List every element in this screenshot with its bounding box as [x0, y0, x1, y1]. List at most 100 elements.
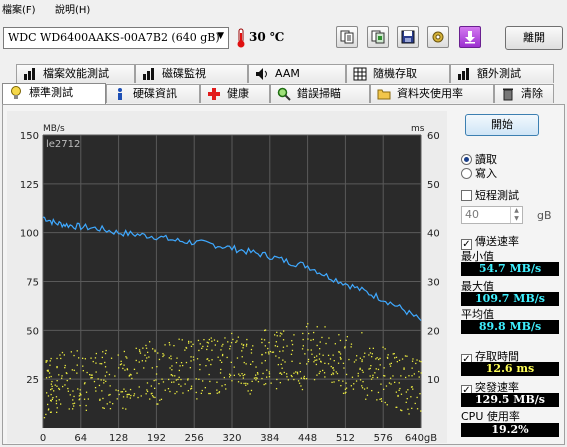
access-time-point — [398, 359, 401, 361]
access-time-point — [123, 388, 125, 390]
access-time-point — [123, 350, 125, 353]
copy-text-button[interactable] — [336, 26, 358, 48]
access-time-point — [162, 355, 164, 358]
access-time-point — [247, 383, 249, 385]
tab-aam[interactable]: AAM — [248, 64, 346, 83]
access-time-point — [45, 413, 47, 416]
tab-error-scan[interactable]: 錯誤掃瞄 — [270, 84, 370, 103]
access-time-point — [231, 332, 233, 335]
x-tick-label: 64 — [74, 433, 87, 443]
write-radio-label: 寫入 — [475, 167, 497, 180]
tab-disk-info[interactable]: 硬碟資訊 — [106, 84, 200, 103]
access-time-point — [154, 396, 156, 399]
access-time-point — [164, 389, 166, 391]
copy-screenshot-button[interactable] — [367, 26, 389, 48]
access-time-point — [340, 385, 342, 387]
download-button[interactable] — [459, 26, 481, 48]
access-time-point — [411, 375, 413, 377]
access-time-point — [208, 338, 210, 341]
access-time-point — [411, 386, 413, 388]
access-time-point — [302, 345, 304, 347]
access-time-point — [203, 339, 205, 341]
tab-erase[interactable]: 清除 — [494, 84, 554, 103]
access-time-point — [171, 381, 173, 383]
access-time-point — [78, 357, 80, 359]
access-time-point — [411, 360, 414, 362]
access-time-point — [224, 384, 226, 386]
exit-button[interactable]: 離開 — [505, 26, 563, 50]
access-time-point — [207, 358, 209, 360]
access-time-point — [72, 403, 74, 405]
tab-benchmark[interactable]: 標準測試 — [2, 83, 106, 104]
access-time-point — [361, 387, 364, 389]
access-time-point — [173, 381, 175, 383]
access-time-point — [362, 371, 364, 373]
spin-buttons[interactable]: ▲ ▼ — [510, 207, 522, 223]
access-time-point — [187, 390, 189, 392]
access-time-point — [318, 353, 321, 355]
thermometer-icon — [237, 28, 245, 48]
access-time-point — [69, 377, 71, 380]
access-time-point — [263, 383, 265, 386]
save-icon — [401, 30, 415, 44]
save-button[interactable] — [397, 26, 419, 48]
tab-extra-tests[interactable]: 額外測試 — [450, 64, 554, 83]
access-time-point — [283, 371, 285, 374]
access-time-point — [359, 367, 361, 369]
access-time-point — [177, 378, 179, 381]
options-button[interactable] — [427, 26, 449, 48]
tab-health[interactable]: 健康 — [200, 84, 270, 103]
access-time-point — [91, 377, 93, 379]
access-time-point — [125, 390, 127, 392]
tab-label: 健康 — [227, 87, 249, 100]
access-time-point — [52, 397, 54, 399]
access-time-point — [45, 360, 47, 362]
download-icon — [465, 31, 475, 44]
menu-help[interactable]: 說明(H) — [55, 1, 90, 16]
write-radio[interactable]: 寫入 — [461, 165, 497, 181]
access-time-point — [233, 374, 235, 376]
access-time-point — [339, 339, 342, 342]
y-right-tick-label: 10 — [427, 375, 440, 386]
access-time-point — [82, 357, 84, 359]
access-time-point — [299, 371, 301, 373]
access-time-point — [375, 368, 377, 370]
access-time-point — [345, 391, 347, 393]
access-time-point — [49, 364, 51, 366]
access-time-point — [61, 377, 63, 379]
y-left-axis-label: MB/s — [43, 124, 65, 134]
access-time-point — [226, 356, 228, 359]
access-time-point — [109, 401, 111, 403]
x-tick-label: 512 — [336, 433, 355, 443]
access-time-point — [146, 390, 149, 393]
tab-disk-monitor[interactable]: 磁碟監視 — [135, 64, 248, 83]
access-time-point — [106, 403, 108, 405]
access-time-point — [333, 360, 335, 362]
access-time-point — [377, 368, 380, 371]
access-time-point — [99, 363, 101, 365]
max-value: 109.7 MB/s — [461, 292, 559, 306]
access-time-point — [362, 381, 364, 383]
drive-select[interactable]: WDC WD6400AAKS-00A7B2 (640 gB) ▼ — [3, 27, 229, 49]
access-time-point — [188, 342, 190, 344]
start-button[interactable]: 開始 — [465, 114, 539, 136]
access-time-point — [93, 380, 96, 383]
tab-random-access[interactable]: 隨機存取 — [346, 64, 450, 83]
access-time-point — [193, 359, 195, 361]
access-time-point — [149, 341, 151, 343]
access-time-point — [382, 346, 384, 348]
access-time-point — [361, 385, 363, 387]
access-time-point — [236, 357, 239, 359]
tab-folder-usage[interactable]: 資料夾使用率 — [370, 84, 494, 103]
menu-file[interactable]: 檔案(F) — [2, 1, 36, 16]
short-test-checkbox[interactable]: 短程測試 — [461, 187, 519, 203]
tab-file-benchmark[interactable]: 檔案效能測試 — [16, 64, 135, 83]
access-time-point — [359, 379, 362, 381]
access-time-point — [302, 338, 304, 341]
access-time-point — [301, 348, 304, 350]
access-time-point — [190, 341, 192, 343]
access-time-point — [388, 382, 391, 384]
short-test-size-input[interactable]: 40 ▲ ▼ — [461, 206, 523, 224]
access-time-point — [390, 383, 392, 385]
access-time-point — [129, 397, 131, 399]
